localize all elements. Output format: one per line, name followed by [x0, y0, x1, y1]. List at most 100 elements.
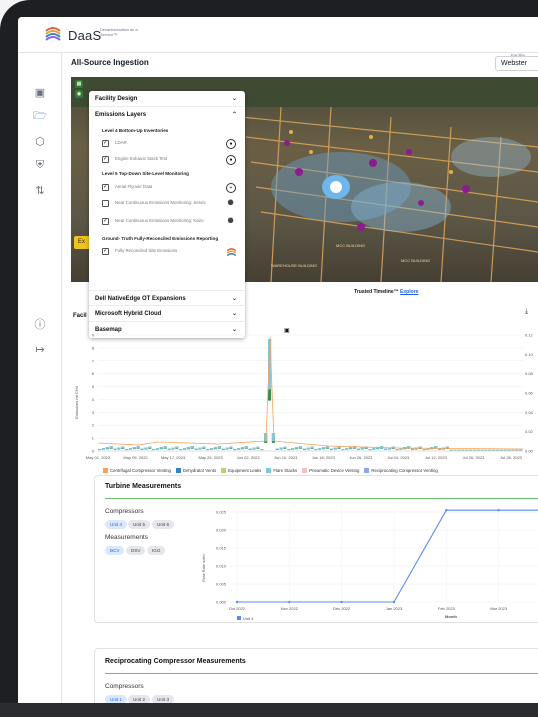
layer-label: Aerial Flyover Data — [115, 184, 153, 189]
emission-bar-flare — [476, 449, 480, 451]
unit-chip[interactable]: Unit 5 — [128, 520, 151, 529]
legend-item[interactable]: Dehydrator Vents — [175, 468, 217, 473]
unit-chip[interactable]: Unit 6 — [152, 520, 175, 529]
layer-engine-exhaust[interactable]: ✓ Engine Exhaust Stack Test ● — [102, 155, 242, 169]
emission-bar-flare — [190, 446, 194, 449]
emission-bar-flare — [310, 446, 314, 449]
daas-logo-icon — [226, 248, 237, 257]
checkbox-checked-icon[interactable]: ✓ — [102, 184, 109, 191]
layer-label: Near Continuous Emissions Monitoring: Se… — [115, 200, 206, 205]
layer-near-continuous-kairo[interactable]: ✓ Near Continuous Emissions Monitoring: … — [102, 217, 242, 231]
emission-bar-flare — [186, 447, 190, 449]
legend-item[interactable]: Flare Stacks — [266, 468, 297, 473]
emission-bar-flare — [152, 449, 156, 450]
shield-icon[interactable]: ⛨ — [31, 156, 49, 174]
y-tick-label: 0.000 — [216, 600, 227, 605]
legend-label: Dehydrator Vents — [182, 468, 217, 473]
emission-bar-flare — [449, 449, 453, 451]
y-tick-label: 6 — [92, 371, 95, 376]
folder-icon[interactable]: 🗁 — [31, 107, 49, 125]
logout-icon[interactable]: ↦ — [31, 340, 49, 358]
x-tick-label: Jun 18, 2023 — [312, 455, 336, 460]
checkbox-checked-icon[interactable]: ✓ — [102, 140, 109, 147]
checkbox-checked-icon[interactable]: ✓ — [102, 248, 109, 255]
legend-item[interactable]: Equipment Leaks — [221, 468, 261, 473]
flow-ylabel: Flow Rate scfm — [201, 554, 206, 582]
legend-item[interactable]: Pneumatic Device Venting — [302, 468, 359, 473]
emission-bar-flare — [322, 447, 326, 449]
legend-swatch — [364, 468, 370, 473]
y-tick-label: 4 — [92, 397, 95, 402]
layer-near-continuous-servis[interactable]: Near Continuous Emissions Monitoring: Se… — [102, 199, 242, 213]
data-point — [497, 509, 500, 512]
layer-aerial-flyover[interactable]: ✓ Aerial Flyover Data + — [102, 183, 242, 197]
emissions-layers-section[interactable]: Emissions Layers ⌃ — [89, 107, 245, 123]
x-tick-label: Oct 2022 — [229, 606, 246, 611]
y-tick-label: 7 — [92, 358, 95, 363]
legend-swatch — [237, 616, 241, 620]
monitor-icon[interactable]: ▣ — [31, 83, 49, 101]
chevron-up-icon: ⌃ — [231, 112, 237, 118]
legend-label: Equipment Leaks — [228, 468, 262, 473]
data-point — [340, 600, 343, 604]
map-layer-toggle-icon[interactable]: ▦ — [75, 80, 83, 88]
checkbox-checked-icon[interactable]: ✓ — [102, 218, 109, 225]
emission-bar-flare — [480, 449, 484, 451]
layer-ldar[interactable]: ✓ LDAR ● — [102, 139, 242, 153]
emission-bar-flare — [383, 448, 387, 450]
x-tick-label: Jan 2023 — [386, 606, 403, 611]
native-edge-section[interactable]: Dell NativeEdge OT Expansions ⌄ — [89, 290, 245, 306]
download-icon[interactable]: ⤓ — [525, 308, 528, 316]
emission-bar-flare — [125, 449, 129, 450]
emission-bar-flare — [210, 448, 214, 450]
facility-design-section[interactable]: Facility Design ⌄ — [89, 91, 245, 107]
data-point — [392, 600, 396, 604]
unit-chip[interactable]: Unit 4 — [105, 520, 128, 529]
data-point — [288, 600, 291, 604]
legend-label: Flare Stacks — [273, 468, 298, 473]
y-tick-label: 3 — [92, 410, 95, 415]
emission-bar-flare — [457, 449, 461, 451]
legend-item[interactable]: Reciprocating Compressor Venting — [364, 468, 438, 473]
map-locate-icon[interactable]: ◉ — [75, 90, 83, 98]
checkbox-unchecked-icon[interactable] — [102, 200, 109, 207]
section-label: Facility Design — [95, 96, 138, 102]
emission-bar-flare — [472, 449, 476, 451]
trusted-timeline: Trusted Timeline™ Explore — [354, 289, 418, 295]
legend-item[interactable]: Centrifugal Compressor Venting — [103, 468, 171, 473]
emission-bar-flare — [461, 449, 465, 451]
y2-tick-label: 0.08 — [525, 371, 534, 376]
emission-bar-flare — [155, 448, 160, 450]
measure-chip[interactable]: DSV — [126, 546, 146, 555]
chevron-down-icon: ⌄ — [231, 311, 237, 317]
layer-fully-reconciled[interactable]: ✓ Fully Reconciled Site Emissions — [102, 247, 242, 261]
level5-heading: Level 5 Top-Down Site-Level Monitoring — [102, 171, 189, 176]
emission-bar-flare — [128, 448, 132, 450]
emission-bar-flare — [136, 446, 140, 449]
emission-bar-flare — [217, 446, 221, 449]
hexagon-icon[interactable]: ⬡ — [31, 132, 49, 150]
transfer-icon[interactable]: ⇅ — [31, 181, 49, 199]
emission-bar-flare — [275, 448, 279, 450]
emission-bar-flare — [244, 446, 248, 449]
y2-tick-label: 0.00 — [525, 449, 534, 454]
page-title: All-Source Ingestion — [71, 58, 149, 67]
x-tick-label: Jun 02, 2022 — [237, 455, 261, 460]
unit-chip[interactable]: Unit 2 — [128, 695, 151, 703]
unit-chip[interactable]: Unit 3 — [152, 695, 175, 703]
help-icon[interactable]: ⓘ — [31, 315, 49, 333]
sensor-icon: ⚫ — [227, 200, 235, 206]
measure-chip[interactable]: IGG — [147, 546, 166, 555]
explore-link[interactable]: Explore — [400, 289, 418, 295]
legend-label[interactable]: Unit 4 — [243, 616, 254, 621]
checkbox-checked-icon[interactable]: ✓ — [102, 156, 109, 163]
x-tick-label: Dec 2022 — [333, 606, 351, 611]
facility-select[interactable]: Webster — [495, 56, 538, 71]
unit-chip[interactable]: Unit 1 — [105, 695, 128, 703]
emission-bar-flare — [314, 449, 318, 450]
hybrid-cloud-section[interactable]: Microsoft Hybrid Cloud ⌄ — [89, 306, 245, 322]
emission-bar-flare — [291, 448, 295, 450]
emission-bar-flare — [495, 449, 500, 451]
emission-bar-flare — [225, 447, 229, 450]
measure-chip[interactable]: BCV — [105, 546, 125, 555]
